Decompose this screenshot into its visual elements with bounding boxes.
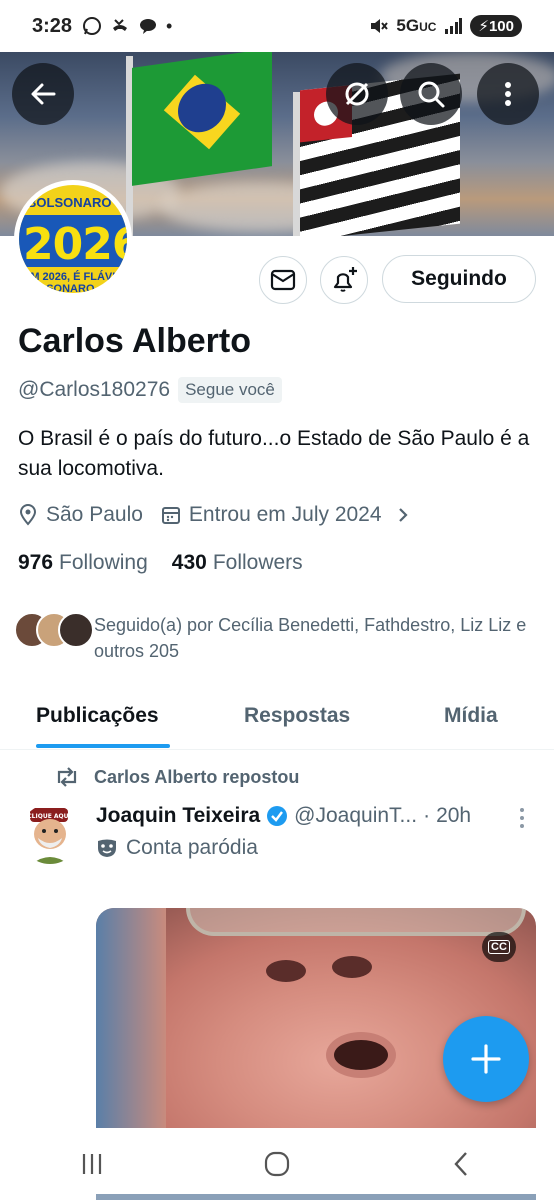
disable-refresh-icon — [345, 82, 369, 106]
whatsapp-icon — [83, 17, 102, 35]
tab-publicacoes[interactable]: Publicações — [36, 704, 159, 728]
profile-handle: @Carlos180276 — [18, 378, 171, 401]
home-icon[interactable] — [262, 1149, 292, 1179]
status-time: 3:28 — [32, 14, 73, 37]
media-bottom-strip — [96, 1194, 536, 1200]
cartoon-avatar: CLIQUE AQUI — [27, 808, 71, 864]
following-count[interactable]: 976 Following — [18, 551, 148, 575]
verified-badge-icon — [267, 806, 288, 826]
avatar — [58, 612, 94, 648]
post-time: 20h — [436, 804, 472, 827]
profile-bio: O Brasil é o país do futuro...o Estado d… — [18, 427, 530, 480]
more-vertical-icon — [520, 808, 524, 828]
tab-respostas[interactable]: Respostas — [244, 704, 350, 728]
followed-by-text[interactable]: Seguido(a) por Cecília Benedetti, Fathde… — [94, 612, 534, 664]
more-vertical-icon — [505, 82, 511, 106]
back-button[interactable] — [12, 63, 74, 125]
plus-icon — [471, 1044, 501, 1074]
follow-counts: 976 Following 430 Followers — [18, 551, 327, 575]
profile-avatar[interactable]: BOLSONARO 2026 EM 2026, É FLÁVIO BOLSONA… — [14, 180, 132, 298]
status-dot: • — [166, 15, 173, 36]
tab-midia[interactable]: Mídia — [444, 704, 498, 728]
more-options-button[interactable] — [477, 63, 539, 125]
message-button[interactable] — [259, 256, 307, 304]
parody-label-row: Conta paródia — [96, 836, 258, 860]
search-icon — [418, 81, 445, 108]
signal-icon — [445, 18, 463, 34]
follows-you-badge: Segue você — [178, 377, 282, 403]
avatar-text-top: BOLSONARO — [27, 195, 112, 210]
search-button[interactable] — [400, 63, 462, 125]
back-arrow-icon — [31, 83, 56, 105]
back-icon[interactable] — [447, 1149, 477, 1179]
notifications-button[interactable] — [320, 256, 368, 304]
avatar-text-bottom: EM 2026, É FLÁVIO BOLSONARO — [23, 271, 124, 295]
post-author-name[interactable]: Joaquin Teixeira — [96, 804, 260, 828]
post-author-handle[interactable]: @JoaquinT... — [294, 804, 417, 828]
brazil-flag — [132, 52, 272, 186]
mail-icon — [270, 269, 296, 291]
post-author-avatar[interactable]: CLIQUE AQUI — [20, 804, 80, 864]
bell-plus-icon — [333, 267, 357, 292]
recent-apps-icon[interactable] — [77, 1149, 107, 1179]
profile-name: Carlos Alberto — [18, 322, 252, 360]
parody-mask-icon — [98, 839, 116, 857]
profile-location: São Paulo — [18, 503, 143, 527]
profile-tabs: Publicações Respostas Mídia — [0, 692, 554, 750]
followers-count[interactable]: 430 Followers — [172, 551, 303, 575]
post-header: Joaquin Teixeira @JoaquinT... · 20h — [96, 804, 471, 828]
closed-captions-icon: CC — [488, 940, 510, 954]
chevron-right-icon — [398, 508, 408, 522]
system-nav-bar — [0, 1128, 554, 1200]
disable-refresh-button[interactable] — [326, 63, 388, 125]
battery-indicator: ⚡100 — [470, 15, 522, 37]
profile-meta: São Paulo Entrou em July 2024 — [18, 503, 428, 527]
tab-indicator — [36, 744, 170, 748]
repost-context: Carlos Alberto repostou — [54, 766, 299, 788]
status-right: 5GUC ⚡100 — [368, 15, 522, 37]
mute-icon — [371, 19, 389, 33]
followed-by-avatars[interactable] — [14, 612, 94, 648]
chat-icon — [140, 19, 157, 34]
closed-captions-button[interactable]: CC — [482, 932, 516, 962]
cap-text: CLIQUE AQUI — [27, 813, 70, 820]
post-separator: · — [423, 804, 431, 827]
notification-icons: • — [82, 16, 172, 37]
status-bar: 3:28 • 5GUC ⚡100 — [0, 0, 554, 52]
location-pin-icon — [19, 504, 37, 526]
profile-handle-row: @Carlos180276 Segue você — [18, 377, 282, 403]
following-button[interactable]: Seguindo — [382, 255, 536, 303]
avatar-text-year: 2026 — [23, 219, 132, 270]
profile-joined[interactable]: Entrou em July 2024 — [161, 503, 410, 527]
missed-call-icon — [113, 19, 128, 31]
post-more-button[interactable] — [512, 804, 532, 832]
network-type: 5GUC — [396, 16, 437, 35]
repost-icon — [57, 767, 77, 787]
compose-button[interactable] — [443, 1016, 529, 1102]
calendar-icon — [161, 507, 180, 524]
